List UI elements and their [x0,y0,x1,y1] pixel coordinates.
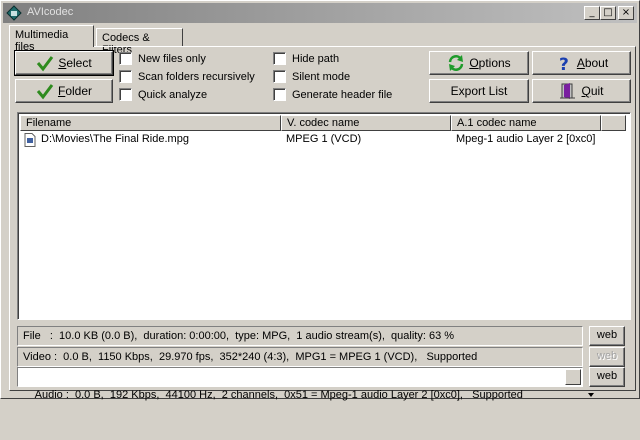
minimize-button[interactable]: _ [584,6,600,20]
column-header-acodec[interactable]: A.1 codec name [451,115,601,131]
vcodec-cell: MPEG 1 (VCD) [286,133,362,145]
svg-text:?: ? [559,55,569,72]
media-file-icon [24,133,36,147]
exit-door-icon [560,83,576,99]
tab-multimedia-files[interactable]: Multimedia files [9,25,94,53]
video-web-button[interactable]: web [589,347,625,367]
file-list-view[interactable]: Filename V. codec name A.1 codec name D:… [17,112,631,320]
column-header-extra [601,115,626,131]
checkbox-box [119,70,132,83]
export-list-button[interactable]: Export List [429,79,529,103]
audio-info-text: Audio : 0.0 B, 192 Kbps, 44100 Hz, 2 cha… [34,389,523,401]
help-question-icon: ? [559,55,569,72]
file-info-line: File : 10.0 KB (0.0 B), duration: 0:00:0… [17,326,583,346]
quick-analyze-checkbox[interactable]: Quick analyze [119,88,207,101]
avicodec-logo-icon [6,5,22,21]
refresh-icon [449,55,464,71]
hide-path-checkbox[interactable]: Hide path [273,52,339,65]
select-button[interactable]: Select [14,50,114,76]
checkbox-box [119,52,132,65]
audio-web-button[interactable]: web [589,367,625,387]
acodec-cell: Mpeg-1 audio Layer 2 [0xc0] [456,133,596,145]
file-web-button[interactable]: web [589,326,625,346]
about-button[interactable]: ? About [532,51,631,75]
scan-folders-recursively-checkbox[interactable]: Scan folders recursively [119,70,255,83]
filename-cell: D:\Movies\The Final Ride.mpg [41,133,189,145]
window-title: AVIcodec [27,6,74,18]
checkmark-icon [36,84,54,100]
checkbox-box [273,88,286,101]
video-info-line: Video : 0.0 B, 1150 Kbps, 29.970 fps, 35… [17,347,583,367]
options-button[interactable]: Options [429,51,529,75]
table-row[interactable]: D:\Movies\The Final Ride.mpg MPEG 1 (VCD… [20,132,628,148]
title-bar[interactable]: AVIcodec _ □ × [3,3,637,23]
checkmark-icon [37,56,54,72]
checkbox-box [273,52,286,65]
dropdown-arrow-icon[interactable] [565,369,595,397]
audio-stream-combo[interactable]: Audio : 0.0 B, 192 Kbps, 44100 Hz, 2 cha… [17,367,595,401]
generate-header-file-checkbox[interactable]: Generate header file [273,88,392,101]
quit-button[interactable]: Quit [532,79,631,103]
folder-button[interactable]: Folder [15,79,113,103]
app-window: AVIcodec _ □ × Multimedia files Codecs &… [0,0,640,401]
checkbox-box [273,70,286,83]
column-header-vcodec[interactable]: V. codec name [281,115,451,131]
close-button[interactable]: × [618,6,634,20]
tab-codecs-filters[interactable]: Codecs & Filters [96,28,183,56]
column-header-filename[interactable]: Filename [20,115,281,131]
silent-mode-checkbox[interactable]: Silent mode [273,70,350,83]
new-files-only-checkbox[interactable]: New files only [119,52,206,65]
checkbox-box [119,88,132,101]
maximize-button[interactable]: □ [600,6,616,20]
